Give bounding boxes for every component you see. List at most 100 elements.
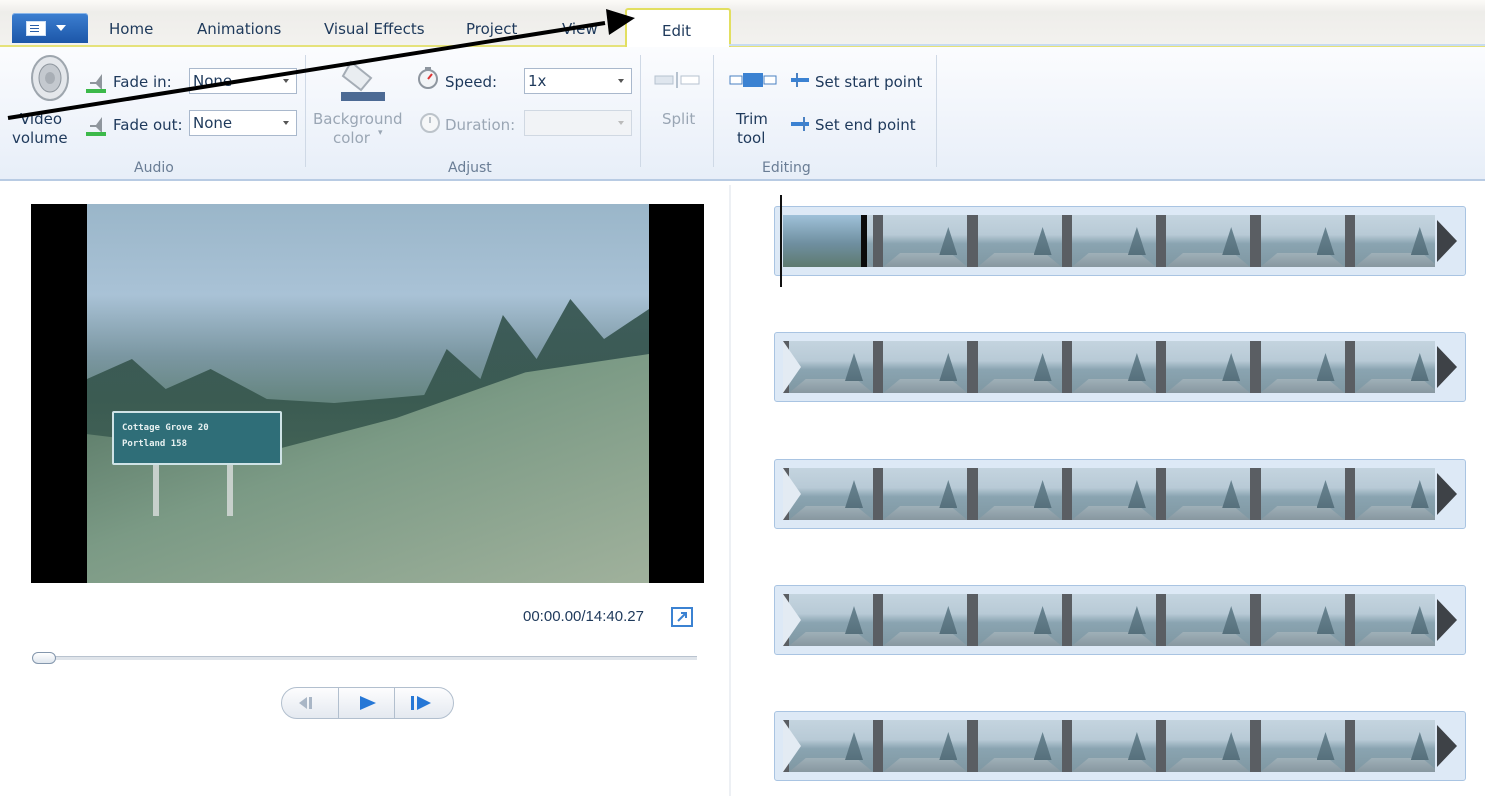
tab-rule [729,44,1485,46]
tab-view[interactable]: View [562,20,598,38]
duration-icon [420,113,440,133]
clip-thumbnail [1166,341,1251,393]
clip-thumbnail [789,341,873,393]
fade-in-dropdown[interactable]: None [189,68,297,94]
chevron-down-icon: ▾ [378,128,383,138]
next-frame-icon [411,696,431,710]
application-menu-button[interactable] [12,13,88,43]
fade-in-value: None [193,72,233,90]
clip-thumbnail [1071,720,1156,772]
clip-thumbnail [1260,215,1345,267]
next-frame-button[interactable] [394,687,454,719]
fade-out-icon [86,117,106,136]
clip-thumbnail [789,468,873,520]
editing-group-label: Editing [762,160,811,176]
clip-thumbnail [883,720,968,772]
speed-dropdown[interactable]: 1x [524,68,632,94]
storyboard-clip[interactable] [774,332,1466,402]
dropdown-arrow-icon [283,121,289,125]
clip-thumbnail [1166,215,1251,267]
trim-tool-label-1[interactable]: Trim [736,110,768,128]
video-volume-label-1[interactable]: Video [20,110,62,128]
menu-icon [26,21,46,36]
group-separator [640,55,641,167]
filmstrip [783,594,1435,646]
clip-thumbnail [1166,468,1251,520]
continuation-arrow-icon [1437,725,1457,767]
storyboard-clip[interactable] [774,585,1466,655]
timecode: 00:00.00/14:40.27 [523,608,644,625]
road-sign-line-2: Portland 158 [122,439,188,449]
speed-label: Speed: [445,73,498,91]
road-sign: Cottage Grove 20 Portland 158 [112,411,282,465]
fade-out-dropdown[interactable]: None [189,110,297,136]
clip-thumbnail [1166,720,1251,772]
play-icon [360,696,376,710]
tab-visual-effects[interactable]: Visual Effects [324,20,425,38]
fade-in-icon [86,74,106,93]
group-separator [305,55,306,167]
storyboard-clip[interactable] [774,459,1466,529]
fullscreen-button[interactable] [671,607,693,627]
filmstrip [783,341,1435,393]
continuation-arrow-icon [1437,473,1457,515]
speed-value: 1x [528,72,547,90]
set-end-point-icon [791,117,809,131]
set-start-point-button[interactable]: Set start point [815,73,922,91]
ribbon-border [0,179,1485,181]
selected-clip-thumbnail [783,215,867,267]
seek-thumb[interactable] [32,652,56,664]
clip-thumbnail [1260,341,1345,393]
continuation-arrow-icon [1437,220,1457,262]
clip-thumbnail [977,215,1062,267]
clip-thumbnail [883,594,968,646]
duration-dropdown[interactable] [524,110,632,136]
storyboard-clip[interactable] [774,206,1466,276]
seek-bar[interactable] [37,656,697,660]
dropdown-arrow-icon [618,121,624,125]
set-end-point-button[interactable]: Set end point [815,116,916,134]
continuation-arrow-icon [1437,599,1457,641]
video-frame: Cottage Grove 20 Portland 158 [87,204,649,583]
continuation-arrow-icon [1437,346,1457,388]
play-button[interactable] [338,687,395,719]
fade-in-label: Fade in: [113,73,172,91]
tab-edit[interactable]: Edit [625,8,731,50]
fade-out-value: None [193,114,233,132]
split-button[interactable]: Split [662,110,695,128]
tab-animations[interactable]: Animations [197,20,281,38]
fade-out-label: Fade out: [113,116,183,134]
pane-divider[interactable] [729,185,731,796]
continuation-arrow-icon [783,720,801,772]
filmstrip [783,720,1435,772]
background-color-label-1[interactable]: Background [313,110,403,128]
previous-frame-button[interactable] [281,687,339,719]
clip-thumbnail [1354,468,1435,520]
clip-thumbnail [977,720,1062,772]
clip-thumbnail [1260,468,1345,520]
storyboard-clip[interactable] [774,711,1466,781]
tab-edit-label: Edit [662,22,692,40]
tab-project[interactable]: Project [466,20,517,38]
video-volume-label-2[interactable]: volume [12,129,68,147]
speed-icon [418,67,438,89]
adjust-group-label: Adjust [448,160,492,176]
tab-home[interactable]: Home [109,20,153,38]
background-color-label-2[interactable]: color [333,129,370,147]
sign-post [227,461,233,516]
trim-tool-label-2[interactable]: tool [737,129,765,147]
clip-thumbnail [789,594,873,646]
clip-thumbnail [977,594,1062,646]
clip-thumbnail [1260,594,1345,646]
chevron-down-icon [56,25,66,31]
expand-icon [677,612,687,622]
clip-thumbnail [977,341,1062,393]
clip-thumbnail [977,468,1062,520]
road-sign-line-1: Cottage Grove 20 [122,423,209,433]
filmstrip [783,215,1435,267]
clip-thumbnail [1260,720,1345,772]
playhead[interactable] [780,195,782,287]
clip-thumbnail [883,468,968,520]
clip-thumbnail [1354,594,1435,646]
video-preview[interactable]: Cottage Grove 20 Portland 158 [31,204,704,583]
